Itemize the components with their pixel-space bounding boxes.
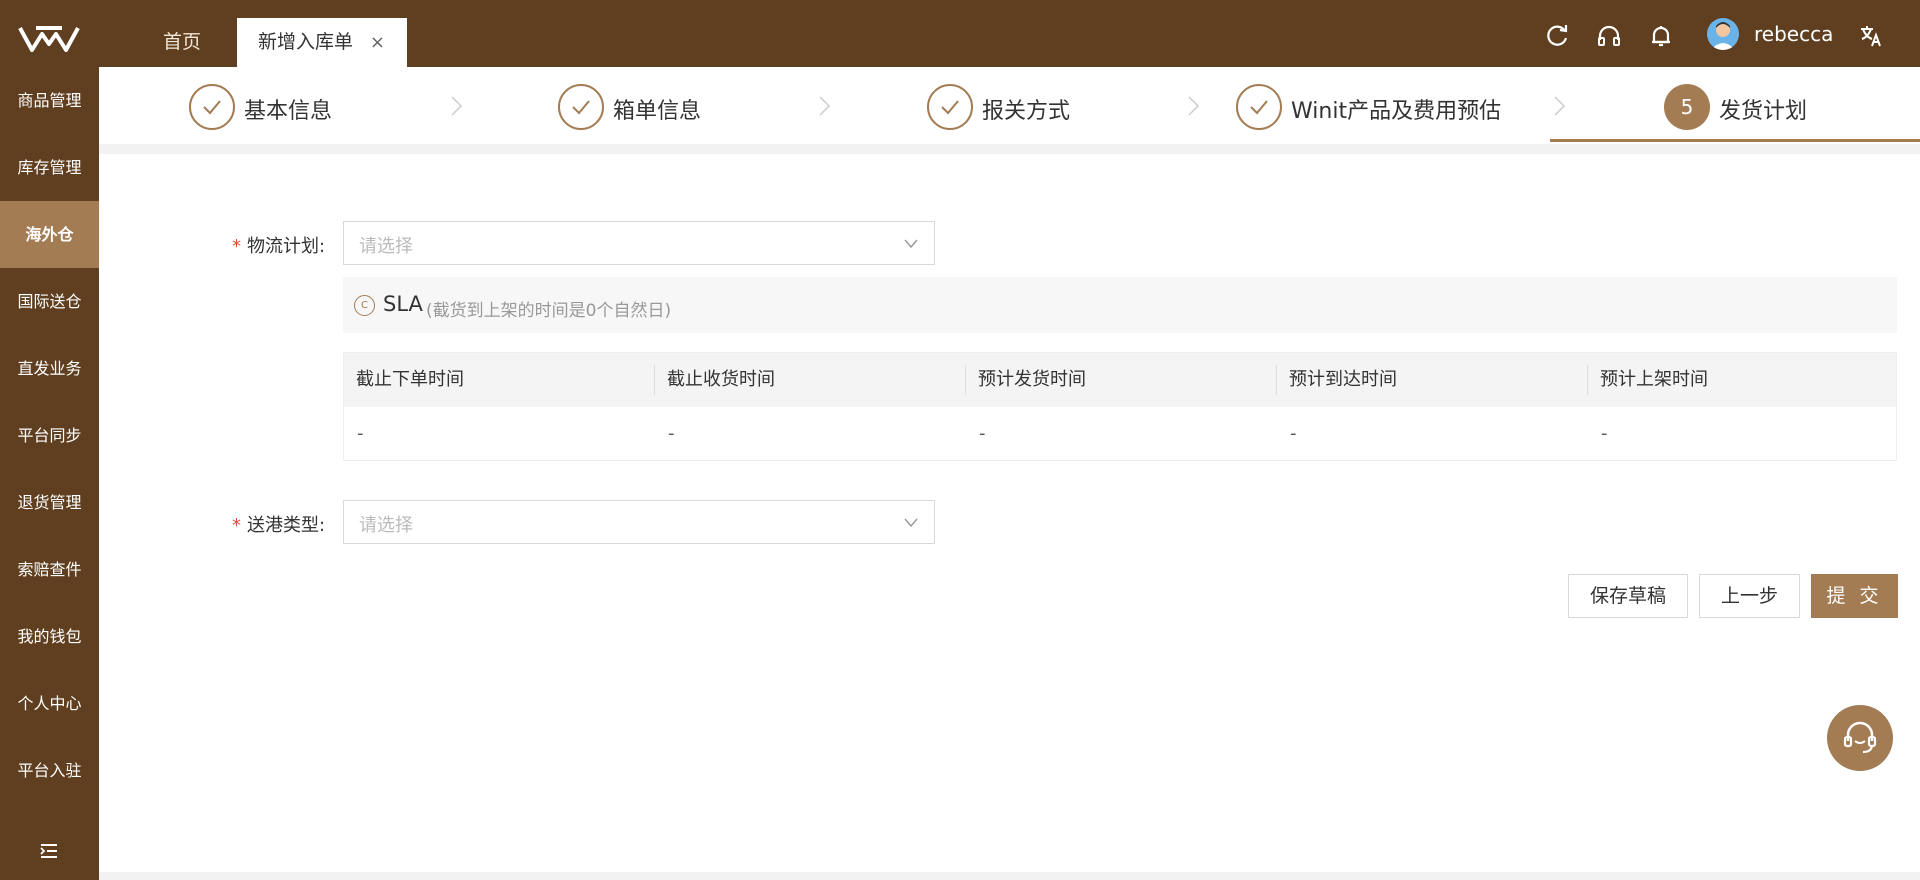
sidebar-item-returns-management[interactable]: 退货管理 — [0, 469, 99, 536]
tab-home[interactable]: 首页 — [130, 18, 234, 67]
chevron-right-icon — [819, 96, 831, 116]
label-text: 物流计划: — [247, 236, 326, 257]
active-step-indicator — [1550, 139, 1920, 142]
step-label: 发货计划 — [1719, 99, 1808, 124]
logistics-plan-label: * 物流计划: — [232, 232, 325, 258]
col-est-arrival: 预计到达时间 — [1289, 369, 1397, 390]
step-number: 5 — [1664, 84, 1710, 130]
username[interactable]: rebecca — [1754, 22, 1833, 46]
prev-step-button[interactable]: 上一步 — [1699, 574, 1800, 618]
chevron-right-icon — [1188, 96, 1200, 116]
winit-logo[interactable] — [16, 20, 82, 58]
check-icon — [1236, 84, 1282, 130]
sidebar-item-claims-tracking[interactable]: 索赔查件 — [0, 536, 99, 603]
sidebar-item-inventory-management[interactable]: 库存管理 — [0, 134, 99, 201]
chevron-right-icon — [451, 96, 463, 116]
required-mark: * — [232, 515, 241, 536]
col-receipt-cutoff: 截止收货时间 — [667, 369, 775, 390]
sidebar-item-platform-onboarding[interactable]: 平台入驻 — [0, 737, 99, 804]
step-label: 基本信息 — [244, 99, 333, 124]
select-placeholder: 请选择 — [359, 515, 413, 536]
customer-service-icon — [1843, 721, 1877, 754]
table-cell: - — [1601, 423, 1608, 444]
sidebar-item-product-management[interactable]: 商品管理 — [0, 67, 99, 134]
check-icon — [927, 84, 973, 130]
table-cell: - — [979, 423, 986, 444]
sidebar-item-my-wallet[interactable]: 我的钱包 — [0, 603, 99, 670]
sla-schedule-table: 截止下单时间 截止收货时间 预计发货时间 预计到达时间 预计上架时间 - - -… — [343, 352, 1897, 461]
select-placeholder: 请选择 — [359, 236, 413, 257]
main-content: * 物流计划: 请选择 C SLA (截货到上架的时间是0个自然日) 截止下单时间… — [99, 154, 1920, 872]
collapse-menu-icon[interactable] — [38, 840, 60, 862]
save-draft-button[interactable]: 保存草稿 — [1568, 574, 1688, 618]
col-est-ship: 预计发货时间 — [978, 369, 1086, 390]
tab-label: 新增入库单 — [258, 31, 354, 53]
bell-icon[interactable] — [1648, 23, 1674, 49]
sidebar-item-international-delivery[interactable]: 国际送仓 — [0, 268, 99, 335]
sla-info: C SLA (截货到上架的时间是0个自然日) — [343, 277, 1897, 333]
col-est-shelving: 预计上架时间 — [1600, 369, 1708, 390]
port-type-label: * 送港类型: — [232, 511, 325, 537]
sla-note: (截货到上架的时间是0个自然日) — [426, 301, 672, 321]
chevron-right-icon — [1554, 96, 1566, 116]
port-type-select[interactable]: 请选择 — [343, 500, 935, 544]
copyright-icon: C — [354, 295, 375, 316]
step-label: Winit产品及费用预估 — [1291, 99, 1502, 124]
headset-icon[interactable] — [1596, 23, 1622, 49]
sidebar-item-direct-shipping[interactable]: 直发业务 — [0, 335, 99, 402]
avatar[interactable] — [1707, 18, 1739, 50]
chevron-down-icon — [904, 239, 918, 249]
logistics-plan-select[interactable]: 请选择 — [343, 221, 935, 265]
table-cell: - — [668, 423, 675, 444]
tab-new-inbound-order[interactable]: 新增入库单 × — [237, 18, 407, 67]
top-bar: 首页 新增入库单 × rebecca — [0, 0, 1920, 67]
sidebar-item-overseas-warehouse[interactable]: 海外仓 — [0, 201, 99, 268]
table-cell: - — [357, 423, 364, 444]
sidebar: 商品管理 库存管理 海外仓 国际送仓 直发业务 平台同步 退货管理 索赔查件 我… — [0, 67, 99, 880]
customer-service-button[interactable] — [1827, 705, 1893, 771]
close-icon[interactable]: × — [370, 18, 385, 67]
sla-title: SLA — [383, 292, 423, 316]
sidebar-item-platform-sync[interactable]: 平台同步 — [0, 402, 99, 469]
required-mark: * — [232, 236, 241, 257]
label-text: 送港类型: — [247, 515, 326, 536]
step-label: 箱单信息 — [613, 99, 702, 124]
chevron-down-icon — [904, 518, 918, 528]
translate-icon[interactable] — [1858, 23, 1884, 49]
steps-bar: 基本信息 箱单信息 报关方式 Winit产品及费用预估 5 发货计划 — [99, 67, 1920, 144]
table-cell: - — [1290, 423, 1297, 444]
sidebar-item-personal-center[interactable]: 个人中心 — [0, 670, 99, 737]
step-label: 报关方式 — [982, 99, 1071, 124]
table-header: 截止下单时间 截止收货时间 预计发货时间 预计到达时间 预计上架时间 — [344, 353, 1896, 407]
refresh-icon[interactable] — [1544, 23, 1570, 49]
check-icon — [189, 84, 235, 130]
col-order-cutoff: 截止下单时间 — [356, 369, 464, 390]
submit-button[interactable]: 提 交 — [1811, 574, 1898, 618]
check-icon — [558, 84, 604, 130]
